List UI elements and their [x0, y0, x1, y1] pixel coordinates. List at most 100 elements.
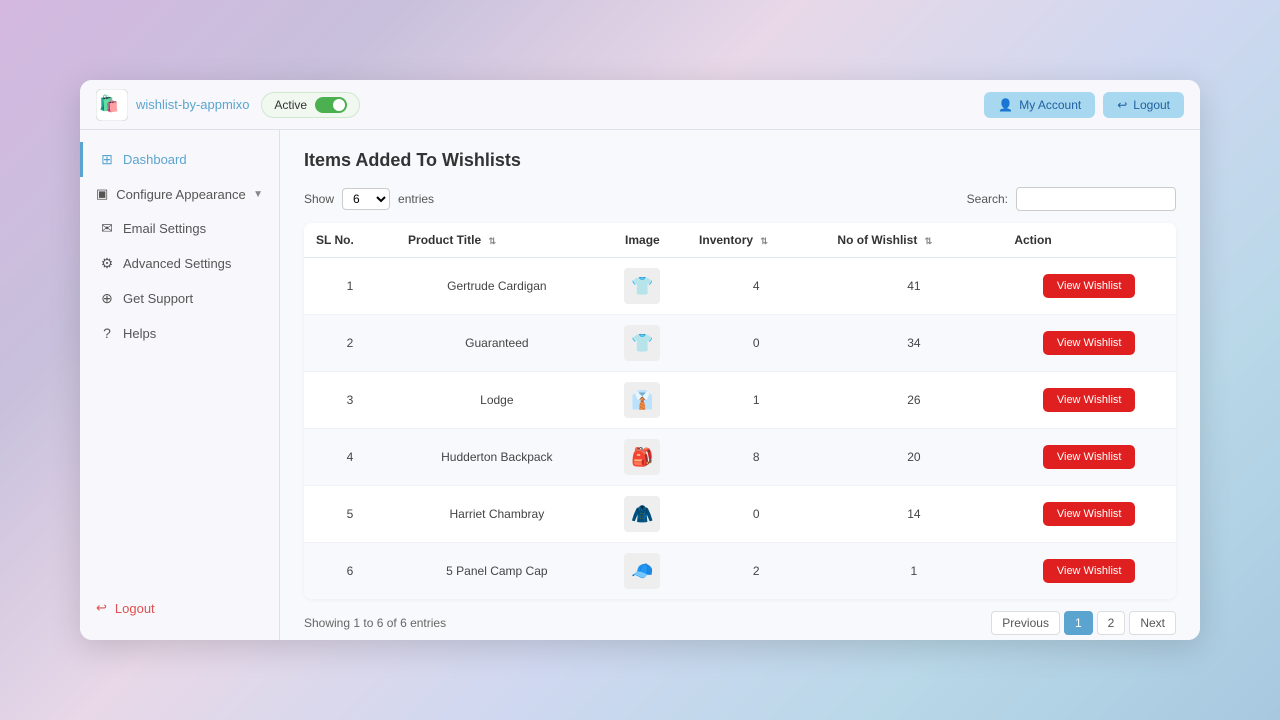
cell-title: Harriet Chambray: [396, 486, 598, 543]
pagination: Previous 1 2 Next: [991, 611, 1176, 635]
sidebar-advanced-label: Advanced Settings: [123, 256, 231, 271]
svg-text:🛍️: 🛍️: [99, 94, 119, 113]
search-label: Search:: [967, 192, 1008, 206]
sidebar-item-configure-appearance[interactable]: ▣ Configure Appearance ▼: [80, 177, 279, 211]
sidebar-support-label: Get Support: [123, 291, 193, 306]
cell-action: View Wishlist: [1002, 543, 1176, 600]
pagination-next[interactable]: Next: [1129, 611, 1176, 635]
app-logo-icon: 🛍️: [96, 89, 128, 121]
entries-label: entries: [398, 192, 434, 206]
cell-wishlist-count: 14: [825, 486, 1002, 543]
entries-info: Showing 1 to 6 of 6 entries: [304, 616, 446, 630]
my-account-label: My Account: [1019, 98, 1081, 112]
main-layout: ⊞ Dashboard ▣ Configure Appearance ▼ ✉ E…: [80, 130, 1200, 640]
data-table: SL No. Product Title ⇅ Image Inventory ⇅…: [304, 223, 1176, 599]
view-wishlist-button[interactable]: View Wishlist: [1043, 502, 1136, 526]
cell-inventory: 0: [687, 315, 825, 372]
sidebar-item-helps[interactable]: ? Helps: [80, 316, 279, 350]
cell-action: View Wishlist: [1002, 429, 1176, 486]
cell-title: Gertrude Cardigan: [396, 258, 598, 315]
pagination-page-2[interactable]: 2: [1097, 611, 1126, 635]
cell-image: 🎒: [598, 429, 687, 486]
product-image: 🧥: [624, 496, 660, 532]
sidebar-item-advanced-settings[interactable]: ⚙ Advanced Settings: [80, 246, 279, 281]
chevron-down-icon: ▼: [253, 189, 263, 200]
search-input[interactable]: [1016, 187, 1176, 211]
pagination-previous[interactable]: Previous: [991, 611, 1060, 635]
top-bar-left: 🛍️ wishlist-by-appmixo Active: [96, 89, 360, 121]
dashboard-icon: ⊞: [99, 151, 115, 168]
sidebar-configure-label: Configure Appearance: [116, 187, 245, 202]
sort-icon-inventory: ⇅: [760, 236, 768, 246]
sidebar-item-email-settings[interactable]: ✉ Email Settings: [80, 211, 279, 246]
col-sl-no: SL No.: [304, 223, 396, 258]
cell-sl: 2: [304, 315, 396, 372]
sidebar-bottom: ↩ Logout: [80, 588, 279, 628]
search-box: Search:: [967, 187, 1176, 211]
sidebar: ⊞ Dashboard ▣ Configure Appearance ▼ ✉ E…: [80, 130, 280, 640]
cell-inventory: 0: [687, 486, 825, 543]
toggle-switch[interactable]: [315, 97, 347, 113]
cell-sl: 5: [304, 486, 396, 543]
show-entries: Show 6 10 25 50 entries: [304, 188, 434, 210]
cell-sl: 1: [304, 258, 396, 315]
col-action: Action: [1002, 223, 1176, 258]
cell-inventory: 4: [687, 258, 825, 315]
table-row: 6 5 Panel Camp Cap 🧢 2 1 View Wishlist: [304, 543, 1176, 600]
col-image: Image: [598, 223, 687, 258]
view-wishlist-button[interactable]: View Wishlist: [1043, 445, 1136, 469]
view-wishlist-button[interactable]: View Wishlist: [1043, 331, 1136, 355]
cell-title: 5 Panel Camp Cap: [396, 543, 598, 600]
my-account-button[interactable]: 👤 My Account: [984, 92, 1095, 118]
table-footer: Showing 1 to 6 of 6 entries Previous 1 2…: [304, 611, 1176, 635]
top-logout-button[interactable]: ↩ Logout: [1103, 92, 1184, 118]
sidebar-logout-button[interactable]: ↩ Logout: [96, 600, 263, 616]
sidebar-item-dashboard[interactable]: ⊞ Dashboard: [80, 142, 279, 177]
table-row: 5 Harriet Chambray 🧥 0 14 View Wishlist: [304, 486, 1176, 543]
view-wishlist-button[interactable]: View Wishlist: [1043, 559, 1136, 583]
sidebar-item-get-support[interactable]: ⊕ Get Support: [80, 281, 279, 316]
cell-sl: 3: [304, 372, 396, 429]
view-wishlist-button[interactable]: View Wishlist: [1043, 274, 1136, 298]
sidebar-email-label: Email Settings: [123, 221, 206, 236]
cell-image: 👕: [598, 258, 687, 315]
top-bar-right: 👤 My Account ↩ Logout: [984, 92, 1184, 118]
entries-select[interactable]: 6 10 25 50: [342, 188, 390, 210]
table-row: 1 Gertrude Cardigan 👕 4 41 View Wishlist: [304, 258, 1176, 315]
logout-icon: ↩: [1117, 98, 1127, 112]
logout-arrow-icon: ↩: [96, 600, 107, 616]
table-row: 3 Lodge 👔 1 26 View Wishlist: [304, 372, 1176, 429]
cell-wishlist-count: 34: [825, 315, 1002, 372]
cell-wishlist-count: 1: [825, 543, 1002, 600]
page-title: Items Added To Wishlists: [304, 150, 1176, 171]
active-toggle[interactable]: Active: [261, 92, 360, 118]
cell-title: Hudderton Backpack: [396, 429, 598, 486]
cell-inventory: 8: [687, 429, 825, 486]
top-bar: 🛍️ wishlist-by-appmixo Active 👤 My Accou…: [80, 80, 1200, 130]
table-controls: Show 6 10 25 50 entries Search:: [304, 187, 1176, 211]
cell-inventory: 2: [687, 543, 825, 600]
support-icon: ⊕: [99, 290, 115, 307]
view-wishlist-button[interactable]: View Wishlist: [1043, 388, 1136, 412]
cell-action: View Wishlist: [1002, 258, 1176, 315]
cell-wishlist-count: 41: [825, 258, 1002, 315]
cell-image: 👕: [598, 315, 687, 372]
cell-action: View Wishlist: [1002, 486, 1176, 543]
content-area: Items Added To Wishlists Show 6 10 25 50…: [280, 130, 1200, 640]
col-product-title: Product Title ⇅: [396, 223, 598, 258]
app-window: 🛍️ wishlist-by-appmixo Active 👤 My Accou…: [80, 80, 1200, 640]
pagination-page-1[interactable]: 1: [1064, 611, 1093, 635]
product-image: 👔: [624, 382, 660, 418]
product-image: 🎒: [624, 439, 660, 475]
cell-image: 🧢: [598, 543, 687, 600]
sidebar-helps-label: Helps: [123, 326, 156, 341]
product-image: 🧢: [624, 553, 660, 589]
logo-area: 🛍️ wishlist-by-appmixo: [96, 89, 249, 121]
cell-title: Guaranteed: [396, 315, 598, 372]
settings-icon: ⚙: [99, 255, 115, 272]
table-body: 1 Gertrude Cardigan 👕 4 41 View Wishlist…: [304, 258, 1176, 600]
cell-action: View Wishlist: [1002, 315, 1176, 372]
cell-image: 👔: [598, 372, 687, 429]
cell-inventory: 1: [687, 372, 825, 429]
cell-title: Lodge: [396, 372, 598, 429]
